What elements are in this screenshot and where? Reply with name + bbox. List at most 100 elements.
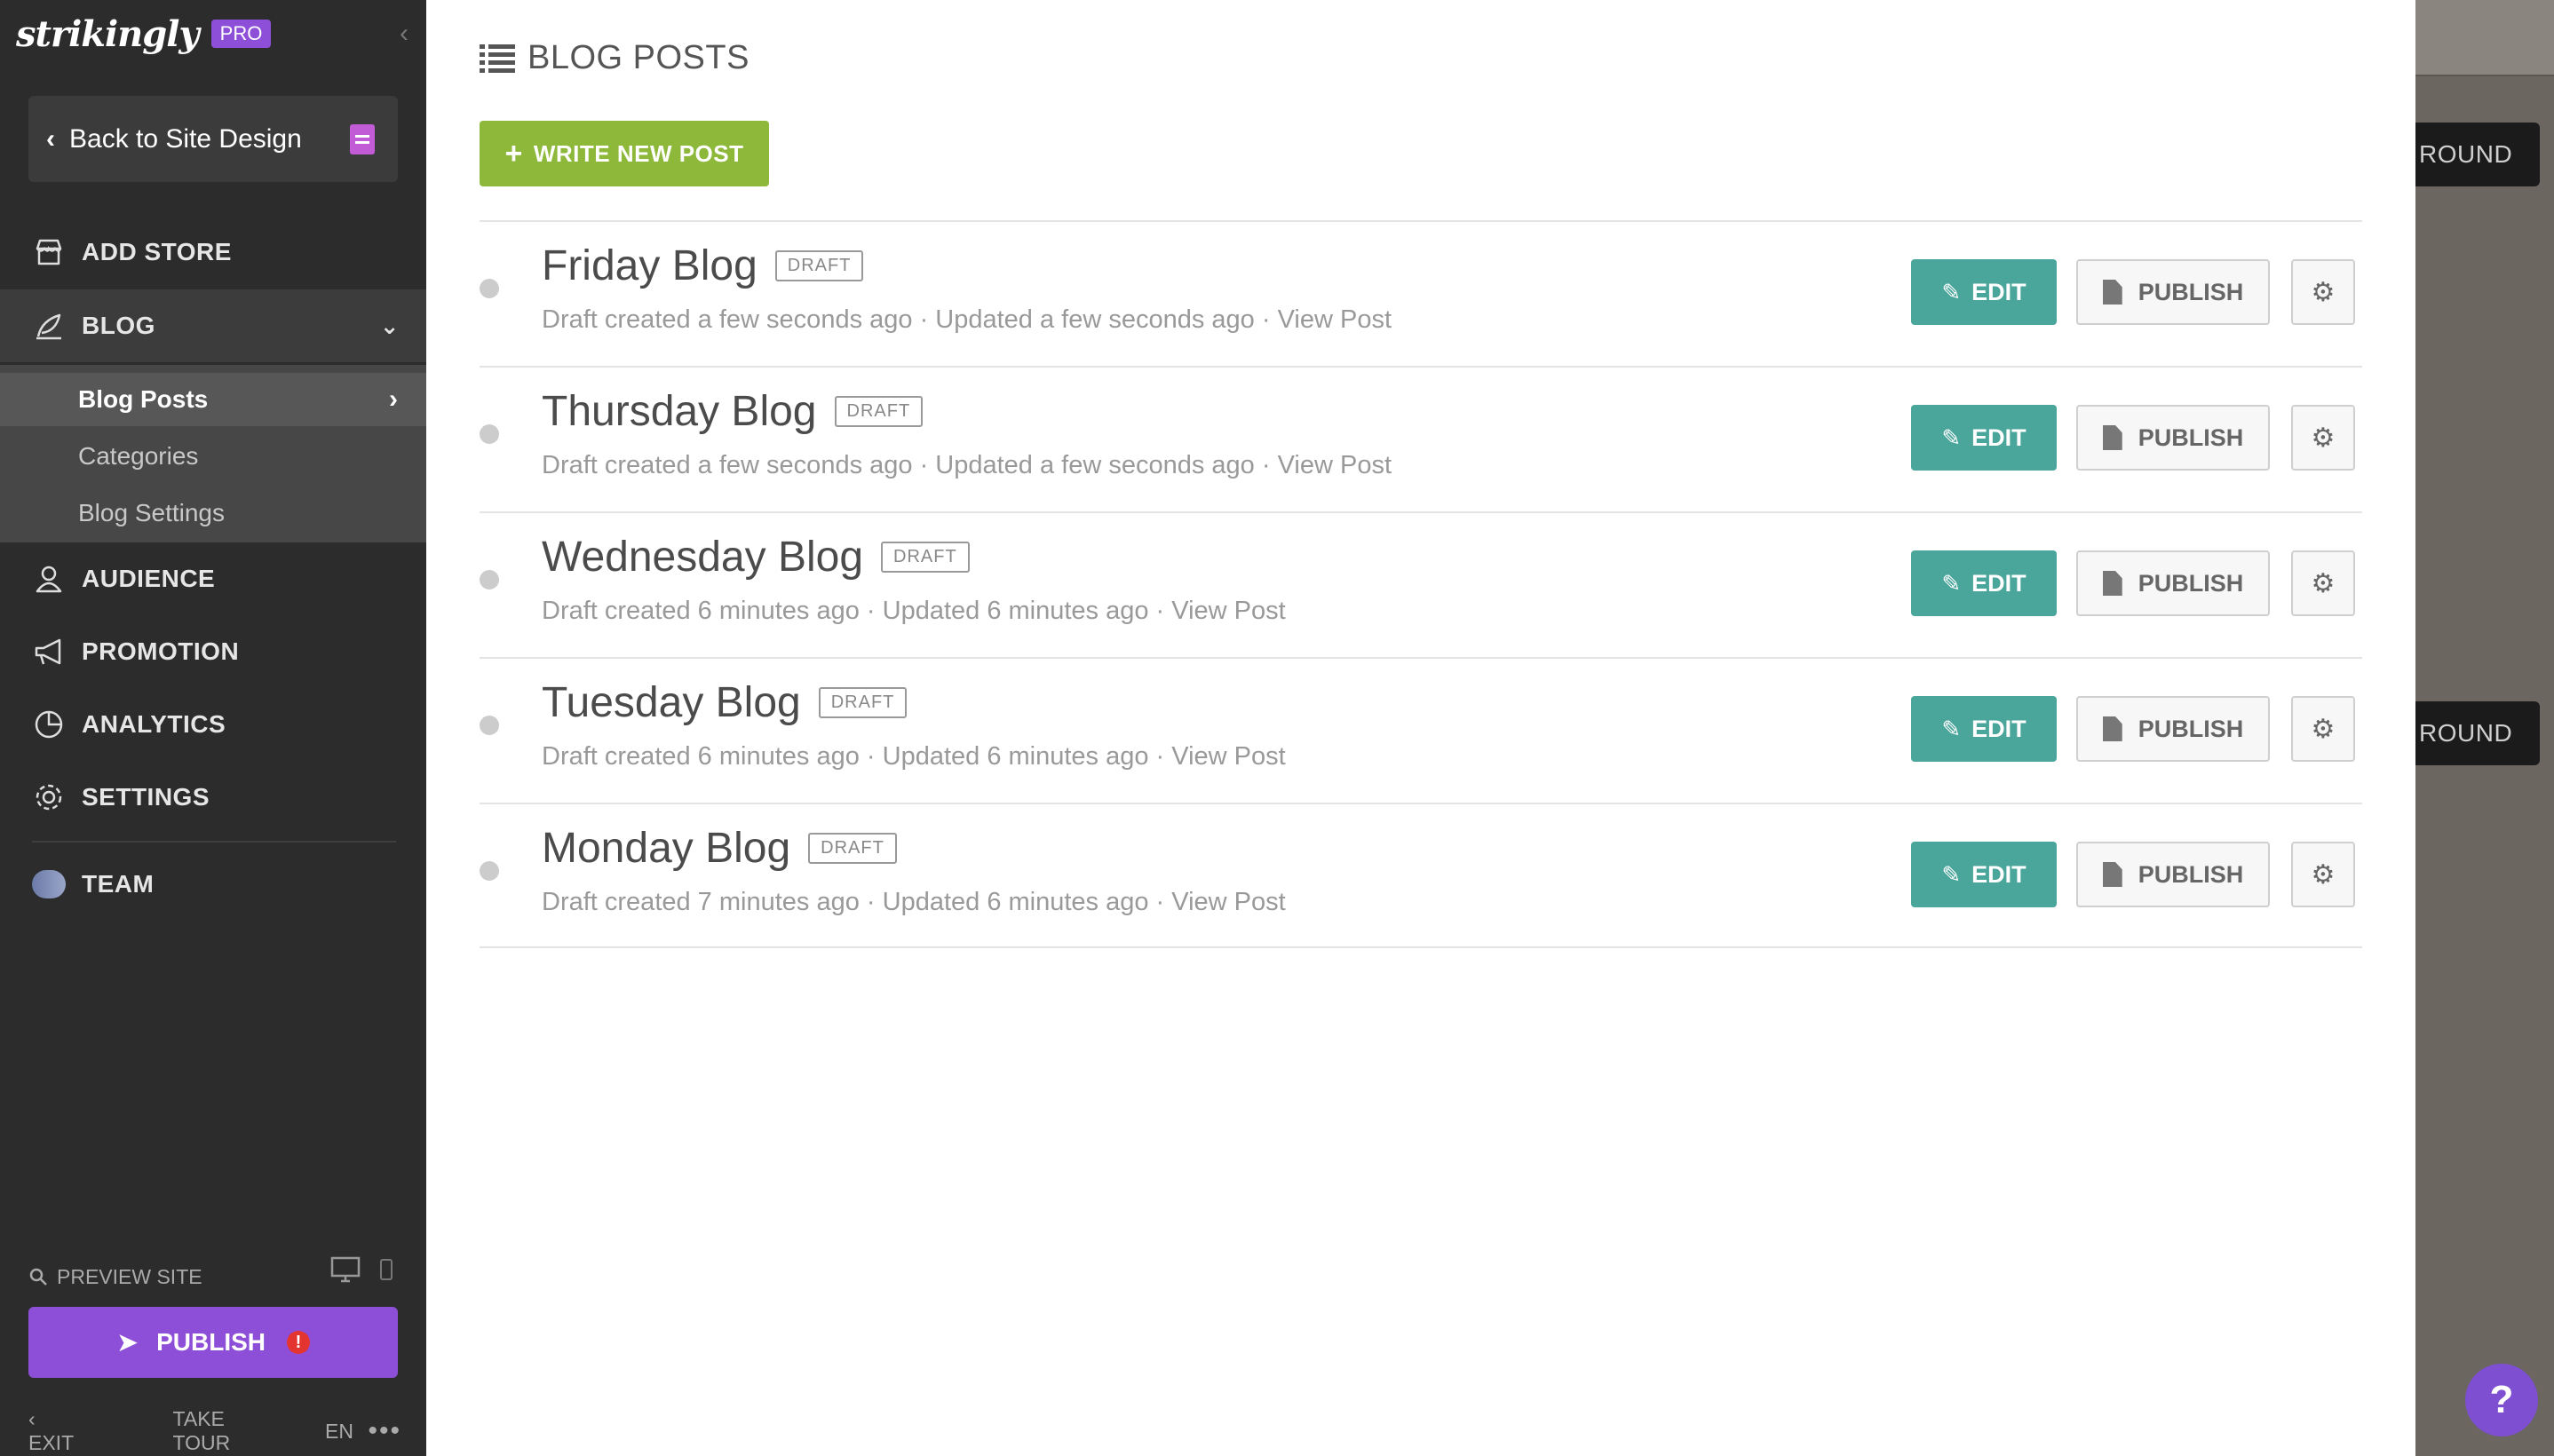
- nav-add-store[interactable]: ADD STORE: [0, 216, 426, 289]
- post-row: Wednesday Blog DRAFT Draft created 6 min…: [480, 511, 2362, 657]
- desktop-icon[interactable]: [330, 1256, 361, 1283]
- file-icon: [2102, 425, 2122, 450]
- nav-analytics[interactable]: ANALYTICS: [0, 688, 426, 761]
- post-settings-gear-icon[interactable]: ⚙: [2291, 842, 2355, 907]
- post-title[interactable]: Thursday Blog: [542, 387, 817, 436]
- post-settings-gear-icon[interactable]: ⚙: [2291, 259, 2355, 325]
- edit-button[interactable]: ✎ EDIT: [1911, 405, 2057, 471]
- gear-icon: [32, 780, 66, 814]
- language-link[interactable]: EN: [325, 1420, 353, 1444]
- search-icon: [29, 1268, 47, 1286]
- post-settings-gear-icon[interactable]: ⚙: [2291, 405, 2355, 471]
- post-title[interactable]: Monday Blog: [542, 824, 790, 873]
- nav-label: ADD STORE: [82, 238, 232, 265]
- post-row: Tuesday Blog DRAFT Draft created 6 minut…: [480, 657, 2362, 803]
- store-icon: [32, 235, 66, 269]
- nav-team[interactable]: TEAM: [0, 848, 426, 921]
- post-settings-gear-icon[interactable]: ⚙: [2291, 550, 2355, 616]
- exit-link[interactable]: ‹ EXIT: [28, 1407, 125, 1455]
- mobile-icon[interactable]: [380, 1259, 393, 1280]
- nav-label: TEAM: [82, 870, 155, 898]
- document-icon: [350, 124, 375, 154]
- subnav-categories[interactable]: Categories: [0, 430, 426, 483]
- nav-label: SETTINGS: [82, 783, 210, 811]
- pencil-icon: ✎: [1941, 715, 1962, 742]
- edit-button[interactable]: ✎ EDIT: [1911, 842, 2057, 907]
- view-post-link[interactable]: View Post: [1171, 742, 1285, 771]
- nav-promotion[interactable]: PROMOTION: [0, 615, 426, 688]
- publish-post-button[interactable]: PUBLISH: [2076, 405, 2270, 471]
- status-dot: [480, 716, 499, 735]
- edit-button[interactable]: ✎ EDIT: [1911, 696, 2057, 762]
- preview-site-link[interactable]: PREVIEW SITE: [28, 1259, 202, 1294]
- view-post-link[interactable]: View Post: [1171, 888, 1285, 916]
- collapse-sidebar-icon[interactable]: ‹: [391, 16, 417, 51]
- status-badge: DRAFT: [774, 250, 864, 281]
- post-meta: Draft created a few seconds ago · Update…: [542, 305, 1392, 334]
- chevron-right-icon: ›: [389, 384, 398, 414]
- sidebar-footer: ‹ EXIT TAKE TOUR EN •••: [28, 1407, 401, 1454]
- site-preview-background: ROUND ROUND: [2415, 0, 2554, 1456]
- status-badge: DRAFT: [881, 542, 970, 573]
- post-title[interactable]: Friday Blog: [542, 241, 757, 290]
- person-icon: [32, 562, 66, 596]
- logo[interactable]: strikingly PRO: [16, 7, 272, 60]
- subnav-blog-settings[interactable]: Blog Settings: [0, 487, 426, 540]
- pencil-icon: ✎: [1941, 860, 1962, 888]
- post-settings-gear-icon[interactable]: ⚙: [2291, 696, 2355, 762]
- post-meta: Draft created 6 minutes ago · Updated 6 …: [542, 597, 1286, 625]
- file-icon: [2102, 716, 2122, 741]
- background-button[interactable]: ROUND: [2415, 123, 2540, 186]
- more-icon[interactable]: •••: [368, 1416, 401, 1446]
- subnav-label: Blog Settings: [78, 499, 225, 526]
- nav-settings[interactable]: SETTINGS: [0, 761, 426, 834]
- site-preview-header: [2415, 0, 2554, 76]
- status-dot: [480, 279, 499, 298]
- publish-post-button[interactable]: PUBLISH: [2076, 550, 2270, 616]
- post-row: Thursday Blog DRAFT Draft created a few …: [480, 366, 2362, 511]
- publish-post-button[interactable]: PUBLISH: [2076, 842, 2270, 907]
- subnav-label: Categories: [78, 442, 199, 470]
- publish-post-button[interactable]: PUBLISH: [2076, 259, 2270, 325]
- publish-post-button[interactable]: PUBLISH: [2076, 696, 2270, 762]
- help-button[interactable]: ?: [2465, 1364, 2538, 1436]
- write-label: WRITE NEW POST: [533, 139, 744, 167]
- post-list: Friday Blog DRAFT Draft created a few se…: [480, 220, 2362, 948]
- view-post-link[interactable]: View Post: [1278, 451, 1392, 479]
- view-post-link[interactable]: View Post: [1278, 305, 1392, 334]
- file-icon: [2102, 280, 2122, 305]
- preview-label: PREVIEW SITE: [57, 1264, 202, 1288]
- pencil-icon: ✎: [1941, 423, 1962, 451]
- rocket-icon: ➤: [115, 1327, 139, 1357]
- team-avatar: [32, 867, 66, 901]
- edit-button[interactable]: ✎ EDIT: [1911, 550, 2057, 616]
- quill-icon: [32, 309, 66, 343]
- status-badge: DRAFT: [834, 396, 924, 427]
- post-title[interactable]: Wednesday Blog: [542, 533, 863, 582]
- back-to-site-design-button[interactable]: ‹ Back to Site Design: [28, 96, 398, 182]
- back-label: Back to Site Design: [69, 123, 302, 154]
- pie-chart-icon: [32, 708, 66, 741]
- post-row: Friday Blog DRAFT Draft created a few se…: [480, 220, 2362, 366]
- background-button[interactable]: ROUND: [2415, 701, 2540, 765]
- file-icon: [2102, 862, 2122, 887]
- post-title[interactable]: Tuesday Blog: [542, 678, 801, 727]
- take-tour-link[interactable]: TAKE TOUR: [173, 1407, 278, 1455]
- post-meta: Draft created 7 minutes ago · Updated 6 …: [542, 888, 1286, 916]
- brand-name: strikingly: [16, 12, 200, 55]
- publish-site-button[interactable]: ➤ PUBLISH !: [28, 1307, 398, 1378]
- publish-label: PUBLISH: [156, 1328, 266, 1356]
- nav-blog[interactable]: BLOG ⌄: [0, 289, 426, 362]
- nav-label: AUDIENCE: [82, 565, 216, 592]
- write-new-post-button[interactable]: + WRITE NEW POST: [480, 121, 769, 186]
- view-post-link[interactable]: View Post: [1171, 597, 1285, 625]
- post-meta: Draft created a few seconds ago · Update…: [542, 451, 1392, 479]
- nav-audience[interactable]: AUDIENCE: [0, 542, 426, 615]
- subnav-blog-posts[interactable]: Blog Posts ›: [0, 373, 426, 426]
- post-meta: Draft created 6 minutes ago · Updated 6 …: [542, 742, 1286, 771]
- edit-button[interactable]: ✎ EDIT: [1911, 259, 2057, 325]
- status-dot: [480, 861, 499, 881]
- page-title-text: BLOG POSTS: [527, 38, 750, 76]
- file-icon: [2102, 571, 2122, 596]
- status-dot: [480, 570, 499, 590]
